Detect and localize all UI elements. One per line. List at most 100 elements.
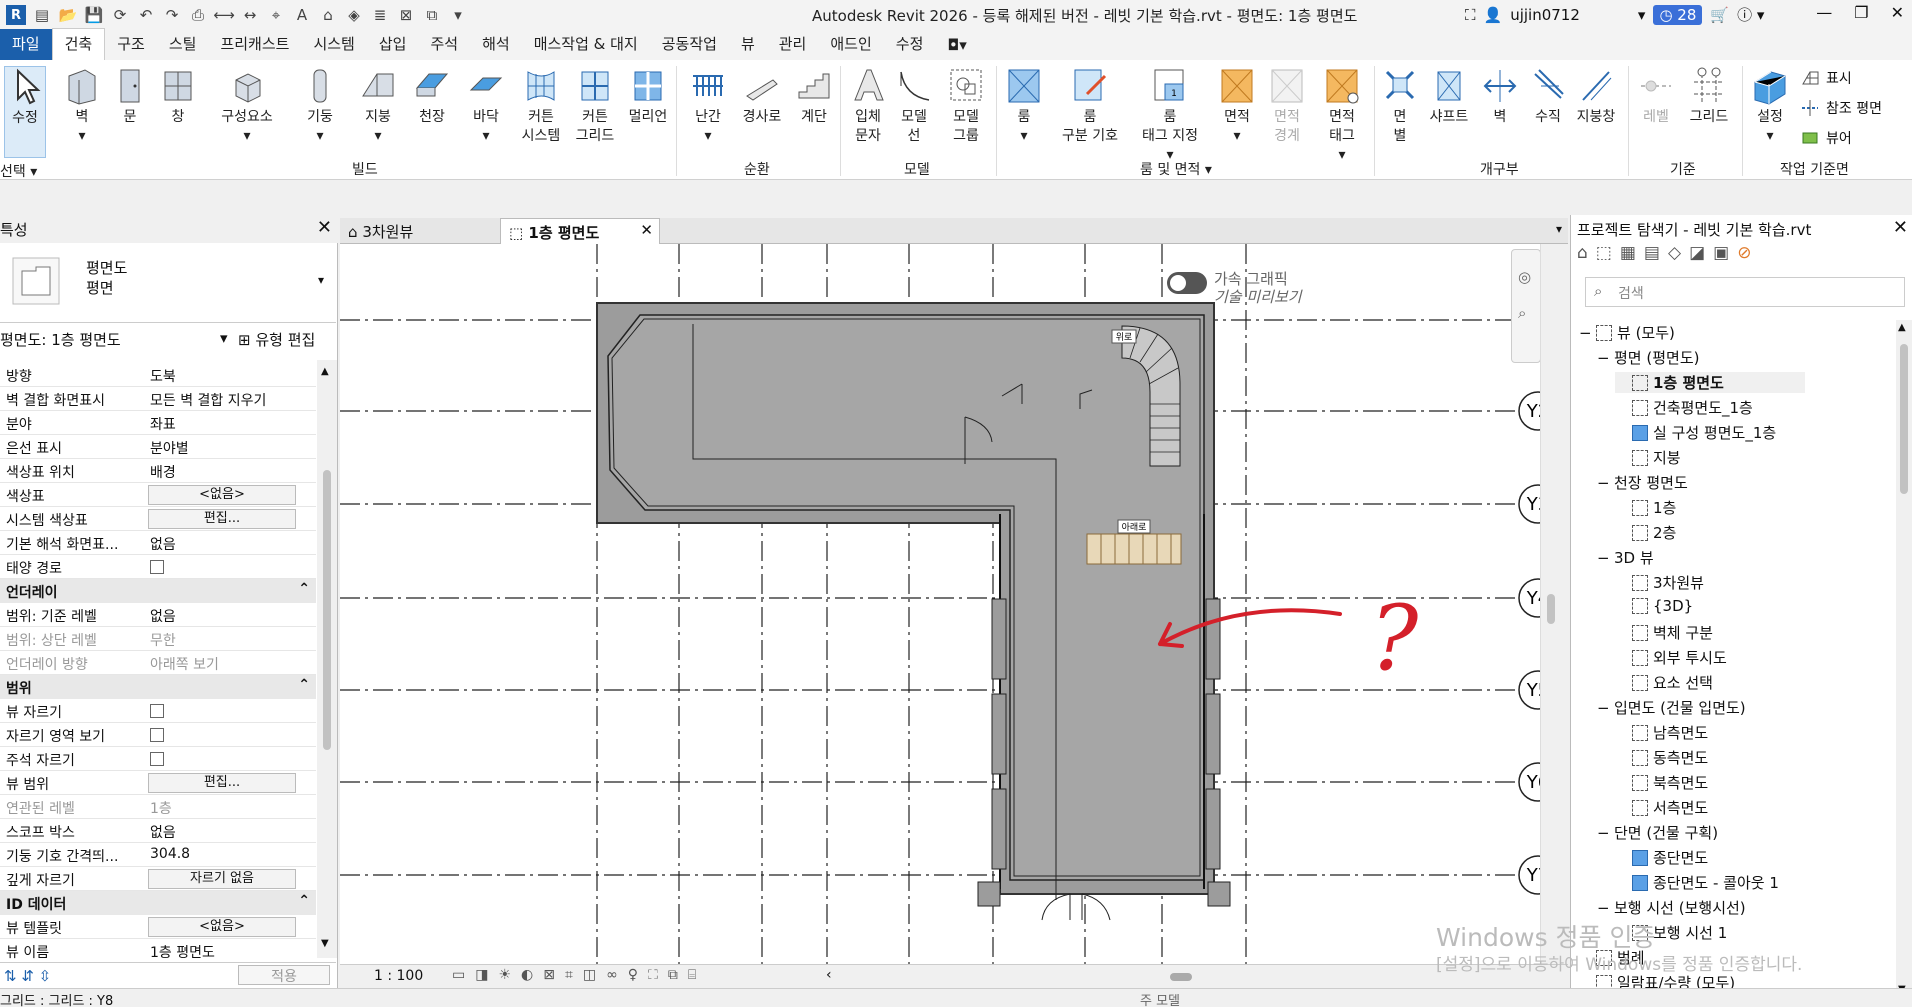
model-line-button[interactable]: 모델 선 [894,66,934,146]
infocenter-icon[interactable]: ⛶ [1465,6,1476,24]
dimension-icon[interactable]: ↔ [240,5,260,25]
properties-scrollbar[interactable]: ▲ ▼ [317,360,337,958]
print-icon[interactable]: ⎙ [188,5,208,25]
panel-select[interactable]: 선택 ▾ [0,161,37,181]
property-section[interactable]: 언더레이 ⌃ [0,579,316,603]
wall-button[interactable]: 벽 ▾ [62,66,102,146]
property-checkbox[interactable] [150,752,164,766]
3d-view-icon[interactable]: ⌂ [318,5,338,25]
expand-toggle-icon[interactable]: − [1597,899,1610,917]
redo-icon[interactable]: ↷ [162,5,182,25]
property-checkbox[interactable] [150,704,164,718]
browser-node[interactable]: − 천장 평면도 [1597,472,1688,493]
property-row[interactable]: 뷰 템플릿 <없음> [0,915,316,939]
property-button[interactable]: <없음> [148,485,296,505]
ref-plane-button[interactable]: 참조 평면 [1800,98,1882,118]
cart-icon[interactable]: 🛒 [1710,6,1729,24]
accel-graphics-toggle[interactable] [1167,272,1207,294]
property-row[interactable]: 방향 도북 [0,363,316,387]
property-row[interactable]: 연관된 레벨 1층 [0,795,316,819]
curtain-grid-button[interactable]: 커튼 그리드 [570,66,620,146]
floor-button[interactable]: 바닥 ▾ [464,66,508,146]
room-separator-button[interactable]: 룸 구분 기호 [1054,66,1126,146]
browser-node[interactable]: 종단면도 - 콜아웃 1 [1615,872,1779,893]
scale-selector[interactable]: 1 : 100 [374,968,423,984]
tab-addins[interactable]: 애드인 [818,29,883,60]
tab-architecture[interactable]: 건축 [51,28,106,60]
status-mid[interactable]: 주 모델 [1140,990,1180,1007]
minimize-icon[interactable]: — [1816,3,1832,22]
browser-schedule-icon[interactable]: ▦ [1620,243,1644,263]
sun-path-icon[interactable]: ☀ [498,967,521,983]
property-row[interactable]: 범위: 기준 레벨 없음 [0,603,316,627]
expand-toggle-icon[interactable]: − [1597,699,1610,717]
panel-room-area[interactable]: 룸 및 면적 ▾ [1140,159,1212,179]
browser-search[interactable]: ⌕ 검색 [1585,277,1905,307]
property-button[interactable]: 자르기 없음 [148,869,296,889]
model-text-button[interactable]: 입체 문자 [848,66,888,146]
grid-button[interactable]: 그리드 [1684,66,1734,127]
show-rendering-icon[interactable]: ⊠ [543,967,565,983]
section-icon[interactable]: ◈ [344,5,364,25]
tab-collaborate[interactable]: 공동작업 [650,29,729,60]
property-row[interactable]: 뷰 자르기 [0,699,316,723]
browser-node[interactable]: 1층 평면도 [1615,372,1805,393]
property-row[interactable]: 벽 결합 화면표시 모든 벽 결합 지우기 [0,387,316,411]
browser-home-icon[interactable]: ⌂ [1577,243,1596,263]
column-button[interactable]: 기둥 ▾ [300,66,340,146]
show-crop-icon[interactable]: ◫ [583,967,606,983]
undo-icon[interactable]: ↶ [136,5,156,25]
tag-icon[interactable]: ⌖ [266,5,286,25]
property-value[interactable]: 도북 [150,366,176,386]
user-icon[interactable]: 👤 [1484,6,1503,24]
property-value[interactable]: 1층 평면도 [150,942,215,962]
browser-family-icon[interactable]: ◇ [1668,243,1689,263]
browser-link-icon[interactable]: ⊘ [1737,243,1759,263]
browser-node[interactable]: 벽체 구분 [1615,622,1713,643]
edit-type-button[interactable]: ⊞ 유형 편집 [238,329,315,350]
tabs-dropdown-icon[interactable]: ▾ [1556,222,1562,236]
shadows-icon[interactable]: ◐ [521,967,543,983]
close-tab-icon[interactable]: ✕ [640,221,653,239]
railing-button[interactable]: 난간 ▾ [686,66,730,146]
model-group-button[interactable]: 모델 그룹 [944,66,988,146]
property-section[interactable]: ID 데이터 ⌃ [0,891,316,915]
detail-level-icon[interactable]: ▭ [452,967,475,983]
property-value[interactable]: 1층 [150,798,172,818]
browser-node[interactable]: 건축평면도_1층 [1615,397,1753,418]
property-row[interactable]: 기본 해석 화면표... 없음 [0,531,316,555]
browser-node[interactable]: 실 구성 평면도_1층 [1615,422,1776,443]
property-section[interactable]: 범위 ⌃ [0,675,316,699]
property-value[interactable]: 304.8 [150,846,190,862]
tab-3d-view[interactable]: ⌂ 3차원뷰 [340,218,500,244]
property-row[interactable]: 색상표 <없음> [0,483,316,507]
tab-massing[interactable]: 매스작업 & 대지 [522,29,650,60]
browser-node[interactable]: − 보행 시선 (보행시선) [1597,897,1746,918]
property-value[interactable]: 좌표 [150,414,176,434]
shaft-button[interactable]: 샤프트 [1426,66,1472,127]
property-row[interactable]: 태양 경로 [0,555,316,579]
property-row[interactable]: 은선 표시 분야별 [0,435,316,459]
tab-analyze[interactable]: 해석 [470,29,522,60]
expand-toggle-icon[interactable]: − [1597,549,1610,567]
browser-scrollbar[interactable]: ▲ ▼ [1896,320,1912,1000]
expand-toggle-icon[interactable]: − [1597,824,1610,842]
expand-toggle-icon[interactable]: − [1597,474,1610,492]
ribbon-toggle-icon[interactable]: ◘▾ [935,32,978,60]
close-browser-icon[interactable]: ✕ [1893,217,1908,238]
type-selector[interactable]: 평면도 평면 ▾ [0,243,336,323]
sort-icon[interactable]: ⇅ ⇵ ⇳ [4,967,51,985]
browser-sheet-icon[interactable]: ◪ [1689,243,1713,263]
area-tag-button[interactable]: 면적 태그 ▾ [1318,66,1366,165]
canvas-v-scrollbar[interactable] [1540,244,1560,964]
thin-lines-icon[interactable]: ≣ [370,5,390,25]
tab-insert[interactable]: 삽입 [367,29,419,60]
property-row[interactable]: 기둥 기호 간격띄... 304.8 [0,843,316,867]
collapse-icon[interactable]: ⌃ [298,677,310,693]
mullion-button[interactable]: 멀리언 [624,66,672,127]
browser-group-icon[interactable]: ▣ [1713,243,1737,263]
property-row[interactable]: 뷰 이름 1층 평면도 [0,939,316,963]
level-button[interactable]: 레벨 [1636,66,1676,127]
browser-node[interactable]: 지붕 [1615,447,1681,468]
browser-node[interactable]: 북측면도 [1615,772,1708,793]
